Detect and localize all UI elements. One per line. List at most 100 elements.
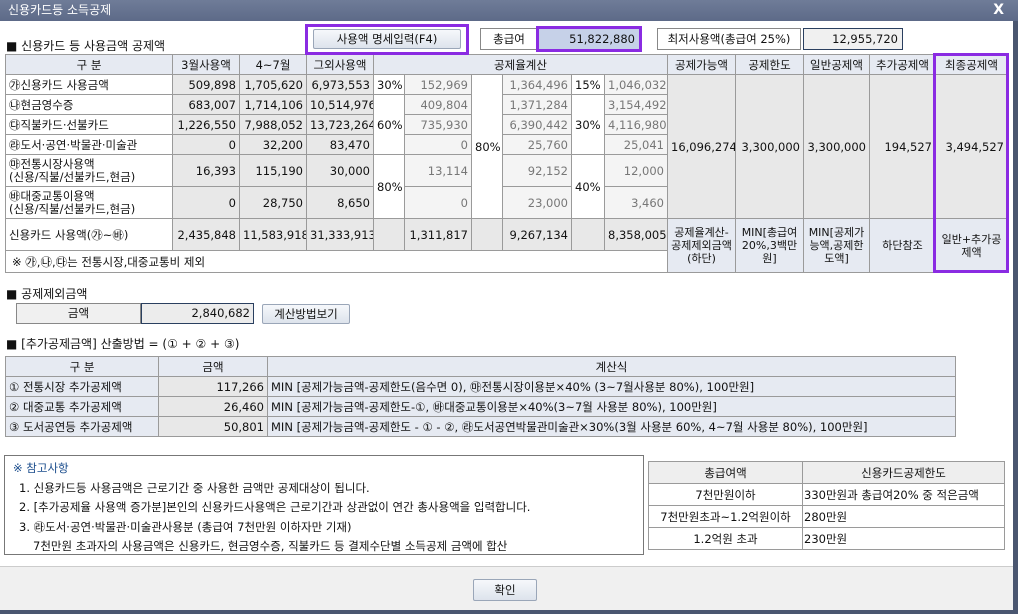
additional-amount: 194,527 [869,74,936,219]
calc-a: 735,930 [404,114,472,135]
header-possible: 공제가능액 [667,54,736,75]
apr-jul-value: 1,714,106 [239,94,307,115]
header-apr-jul: 4~7월 [239,54,307,75]
limit-desc: MIN[총급여20%,3백만원] [735,218,804,273]
row-label: ③ 도서공연등 추가공제액 [5,416,159,437]
table-note: ※ ㉮,㉯,㉰는 전통시장,대중교통비 제외 [5,250,668,273]
salary-value: 51,822,880 [538,28,640,50]
other-value: 6,973,553 [306,74,374,95]
note-item: 2. [추가공제율 사용액 증가분]본인의 신용카드사용액은 근로기간과 상관없… [19,500,531,514]
rate: 60% [373,94,405,155]
rate2: 40% [571,154,605,219]
additional-table: 구 분 금액 계산식 ① 전통시장 추가공제액 117,266 MIN [공제가능금액-… [5,356,956,437]
row-label: ㉱도서·공연·박물관·미술관 [5,134,173,155]
amount: 50,801 [158,416,268,437]
calc-a: 0 [404,186,472,219]
general-desc: MIN[공제가능액,공제한도액] [803,218,870,273]
header-other: 그외사용액 [306,54,374,75]
section-title-exclusion: ■ 공제제외금액 [6,287,88,301]
total-label: 신용카드 사용액(㉮~㉳) [5,218,173,251]
march-value: 509,898 [172,74,240,95]
card-limit: 230만원 [802,527,1005,550]
limit-table: 총급여액 신용카드공제한도 7천만원이하 330만원과 총급여20% 중 적은금액 … [648,461,1005,550]
total-apr-jul: 11,583,918 [239,218,307,251]
header-final: 최종공제액 [935,54,1008,75]
other-value: 10,514,976 [306,94,374,115]
exclusion-value: 2,840,682 [141,303,254,324]
apr-jul-value: 1,705,620 [239,74,307,95]
apr-jul-value: 7,988,052 [239,114,307,135]
total-march: 2,435,848 [172,218,240,251]
calc-b: 1,364,496 [502,74,572,95]
rate2: 15% [571,74,605,95]
row-label: ② 대중교통 추가공제액 [5,396,159,417]
header-category: 구 분 [5,54,173,75]
empty-cell [471,218,503,251]
row-label: ㉮신용카드 사용금액 [5,74,173,95]
header-march: 3월사용액 [172,54,240,75]
formula: MIN [공제가능금액-공제한도(음수면 0), ㉲전통시장이용분×40% (3… [267,376,956,397]
row-label-line1: ㉳대중교통이용액 [9,188,95,203]
march-value: 0 [172,134,240,155]
view-calc-method-button[interactable]: 계산방법보기 [262,304,350,324]
calc-a: 13,114 [404,154,472,187]
header-rate-calc: 공제율계산 [373,54,668,75]
header-card-limit: 신용카드공제한도 [802,461,1005,484]
march-value: 1,226,550 [172,114,240,135]
ok-button[interactable]: 확인 [473,579,537,601]
calc-c: 3,460 [604,186,668,219]
row-label-line2: (신용/직불/선불카드,현금) [9,201,136,216]
notes-box: ※ 참고사항 1. 신용카드등 사용금액은 근로기간 중 사용한 금액만 공제대… [4,455,644,555]
total-calc-c: 8,358,005 [604,218,668,251]
apr-jul-value: 115,190 [239,154,307,187]
row-label: ㉳대중교통이용액 (신용/직불/선불카드,현금) [5,186,173,219]
header-general: 일반공제액 [803,54,870,75]
calc-b: 6,390,442 [502,114,572,135]
calc-c: 3,154,492 [604,94,668,115]
table-row: ② 대중교통 추가공제액 26,460 MIN [공제가능금액-공제한도-①, ㉳대… [5,396,956,417]
other-value: 13,723,264 [306,114,374,135]
detail-input-button[interactable]: 사용액 명세입력(F4) [313,29,461,49]
close-icon[interactable]: X [993,0,1004,21]
empty-cell [571,218,605,251]
rate: 30% [373,74,405,95]
possible-desc: 공제율계산-공제제외금액(하단) [667,218,736,273]
total-calc-b: 9,267,134 [502,218,572,251]
header-amount: 금액 [158,356,268,377]
other-value: 30,000 [306,154,374,187]
calc-a: 0 [404,134,472,155]
section-title-additional: ■ [추가공제금액] 산출방법 = (① + ② + ③) [6,337,240,351]
header-salary: 총급여액 [648,461,803,484]
calc-c: 1,046,032 [604,74,668,95]
dialog-body: ■ 신용카드 등 사용금액 공제액 사용액 명세입력(F4) 총급여 51,82… [0,21,1013,566]
table-row: ③ 도서공연등 추가공제액 50,801 MIN [공제가능금액-공제한도 - ① … [5,416,956,437]
limit-amount: 3,300,000 [735,74,804,219]
total-row: 신용카드 사용액(㉮~㉳) 2,435,848 11,583,918 31,33… [5,218,1008,273]
note-item: 1. 신용카드등 사용금액은 근로기간 중 사용한 금액만 공제대상이 됩니다. [19,480,370,495]
other-value: 8,650 [306,186,374,219]
row-label-line1: ㉲전통시장사용액 [9,156,95,171]
march-value: 16,393 [172,154,240,187]
salary-range: 7천만원초과~1.2억원이하 [648,505,803,528]
min-usage-value: 12,955,720 [803,28,903,50]
calc-b: 25,760 [502,134,572,155]
apr-jul-value: 28,750 [239,186,307,219]
rate-mid: 80% [471,74,503,219]
possible-amount: 16,096,274 [667,74,736,219]
calc-b: 1,371,284 [502,94,572,115]
rate: 80% [373,154,405,219]
calc-b: 23,000 [502,186,572,219]
formula: MIN [공제가능금액-공제한도 - ① - ②, ㉱도서공연박물관미술관×30… [267,416,956,437]
general-amount: 3,300,000 [803,74,870,219]
additional-desc: 하단참조 [869,218,936,273]
calc-a: 409,804 [404,94,472,115]
usage-table: 구 분 3월사용액 4~7월 그외사용액 공제율계산 공제가능액 공제한도 일반… [5,54,1008,273]
header-formula: 계산식 [267,356,956,377]
rate2: 30% [571,94,605,155]
exclusion-label: 금액 [16,303,141,324]
table-row: ㉮신용카드 사용금액 509,898 1,705,620 6,973,553 3… [5,74,1008,219]
total-other: 31,333,913 [306,218,374,251]
calc-c: 25,041 [604,134,668,155]
other-value: 83,470 [306,134,374,155]
salary-range: 1.2억원 초과 [648,527,803,550]
